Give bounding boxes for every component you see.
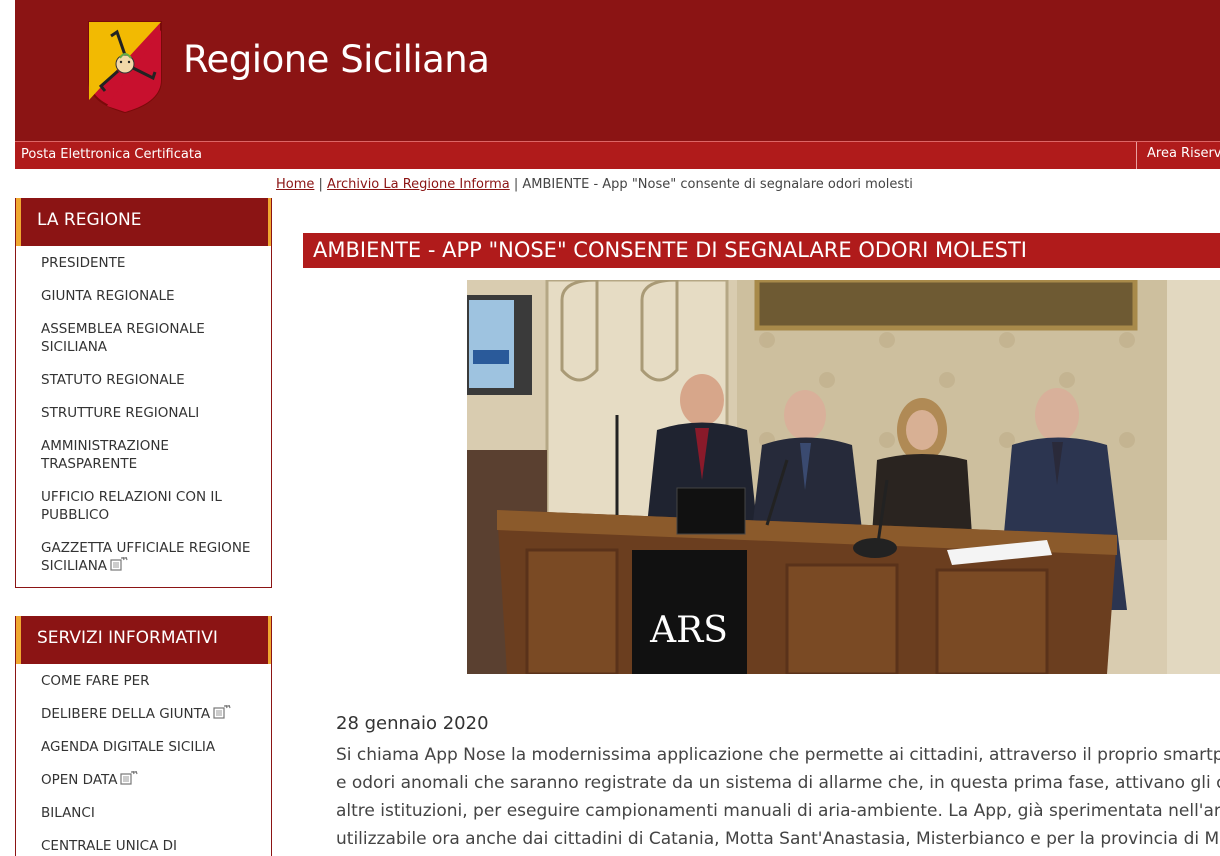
sidebar-item-label: STATUTO REGIONALE bbox=[41, 372, 185, 388]
press-conference-photo[interactable]: ARS bbox=[467, 280, 1220, 674]
breadcrumb-archive-link[interactable]: Archivio La Regione Informa bbox=[327, 177, 510, 192]
sidebar-item-label: UFFICIO RELAZIONI CON IL PUBBLICO bbox=[41, 489, 222, 523]
sidebar-item-urp[interactable]: UFFICIO RELAZIONI CON IL PUBBLICO bbox=[16, 488, 271, 524]
sidebar-la-regione: LA REGIONE PRESIDENTE GIUNTA REGIONALE A… bbox=[15, 198, 272, 588]
sidebar-item-label: STRUTTURE REGIONALI bbox=[41, 405, 200, 421]
external-link-icon bbox=[120, 770, 139, 785]
sidebar-item-delibere[interactable]: DELIBERE DELLA GIUNTA bbox=[16, 704, 271, 723]
photo-sign-text: ARS bbox=[649, 610, 728, 651]
area-riservata-link[interactable]: Area Riserva bbox=[1136, 142, 1220, 169]
pec-link[interactable]: Posta Elettronica Certificata bbox=[21, 147, 202, 162]
sidebar-item-agenda-digitale[interactable]: AGENDA DIGITALE SICILIA bbox=[16, 738, 271, 756]
external-link-icon bbox=[110, 556, 128, 571]
sidebar-item-label: AMMINISTRAZIONE TRASPARENTE bbox=[41, 438, 169, 472]
breadcrumb-separator: | bbox=[509, 177, 523, 192]
sidebar-item-strutture[interactable]: STRUTTURE REGIONALI bbox=[16, 404, 271, 422]
sidebar-item-label: GIUNTA REGIONALE bbox=[41, 288, 175, 304]
sidebar-item-presidente[interactable]: PRESIDENTE bbox=[16, 254, 271, 272]
sidebar-item-label: ASSEMBLEA REGIONALE SICILIANA bbox=[41, 321, 205, 355]
sidebar-item-statuto[interactable]: STATUTO REGIONALE bbox=[16, 371, 271, 389]
article-title: AMBIENTE - APP "NOSE" CONSENTE DI SEGNAL… bbox=[303, 233, 1220, 268]
sidebar-item-giunta[interactable]: GIUNTA REGIONALE bbox=[16, 287, 271, 305]
article-paragraph-line: altre istituzioni, per eseguire campiona… bbox=[336, 801, 1220, 821]
sidebar-item-open-data[interactable]: OPEN DATA bbox=[16, 770, 271, 789]
sidebar-item-come-fare-per[interactable]: COME FARE PER bbox=[16, 672, 271, 690]
breadcrumb: Home | Archivio La Regione Informa | AMB… bbox=[276, 177, 913, 192]
breadcrumb-separator: | bbox=[314, 177, 328, 192]
article-body: Si chiama App Nose la modernissima appli… bbox=[336, 741, 1220, 853]
sidebar-item-assemblea[interactable]: ASSEMBLEA REGIONALE SICILIANA bbox=[16, 320, 271, 356]
sidebar-section-title: LA REGIONE bbox=[16, 198, 271, 246]
sidebar-item-label: DELIBERE DELLA GIUNTA bbox=[41, 706, 211, 722]
article-date: 28 gennaio 2020 bbox=[336, 713, 489, 734]
sidebar-item-label: PRESIDENTE bbox=[41, 255, 126, 271]
sidebar-item-bilanci[interactable]: BILANCI bbox=[16, 804, 271, 822]
sidebar-item-amministrazione[interactable]: AMMINISTRAZIONE TRASPARENTE bbox=[16, 437, 271, 473]
site-header: Regione Siciliana bbox=[15, 0, 1220, 141]
sidebar-item-label: COME FARE PER bbox=[41, 673, 150, 689]
sidebar-item-label: BILANCI bbox=[41, 805, 95, 821]
sidebar-item-centrale-unica[interactable]: CENTRALE UNICA DI bbox=[16, 837, 271, 855]
sidebar-section-title: SERVIZI INFORMATIVI bbox=[16, 616, 271, 664]
external-link-icon bbox=[213, 704, 231, 719]
breadcrumb-current: AMBIENTE - App "Nose" consente di segnal… bbox=[522, 177, 913, 192]
site-title[interactable]: Regione Siciliana bbox=[183, 38, 490, 81]
article-paragraph-line: Si chiama App Nose la modernissima appli… bbox=[336, 745, 1220, 765]
top-navigation-bar: Posta Elettronica Certificata Area Riser… bbox=[15, 141, 1220, 169]
sidebar-item-label: GAZZETTA UFFICIALE REGIONE SICILIANA bbox=[41, 540, 251, 574]
breadcrumb-home-link[interactable]: Home bbox=[276, 177, 314, 192]
sidebar-item-label: OPEN DATA bbox=[41, 772, 118, 788]
sidebar-servizi-informativi: SERVIZI INFORMATIVI COME FARE PER DELIBE… bbox=[15, 616, 272, 856]
trinacria-logo-icon[interactable] bbox=[87, 20, 163, 114]
sidebar-item-label: AGENDA DIGITALE SICILIA bbox=[41, 739, 216, 755]
article-paragraph-line: utilizzabile ora anche dai cittadini di … bbox=[336, 829, 1220, 849]
article-paragraph-line: e odori anomali che saranno registrate d… bbox=[336, 773, 1220, 793]
sidebar-item-label: CENTRALE UNICA DI bbox=[41, 838, 178, 854]
sidebar-item-gazzetta[interactable]: GAZZETTA UFFICIALE REGIONE SICILIANA bbox=[16, 539, 271, 575]
